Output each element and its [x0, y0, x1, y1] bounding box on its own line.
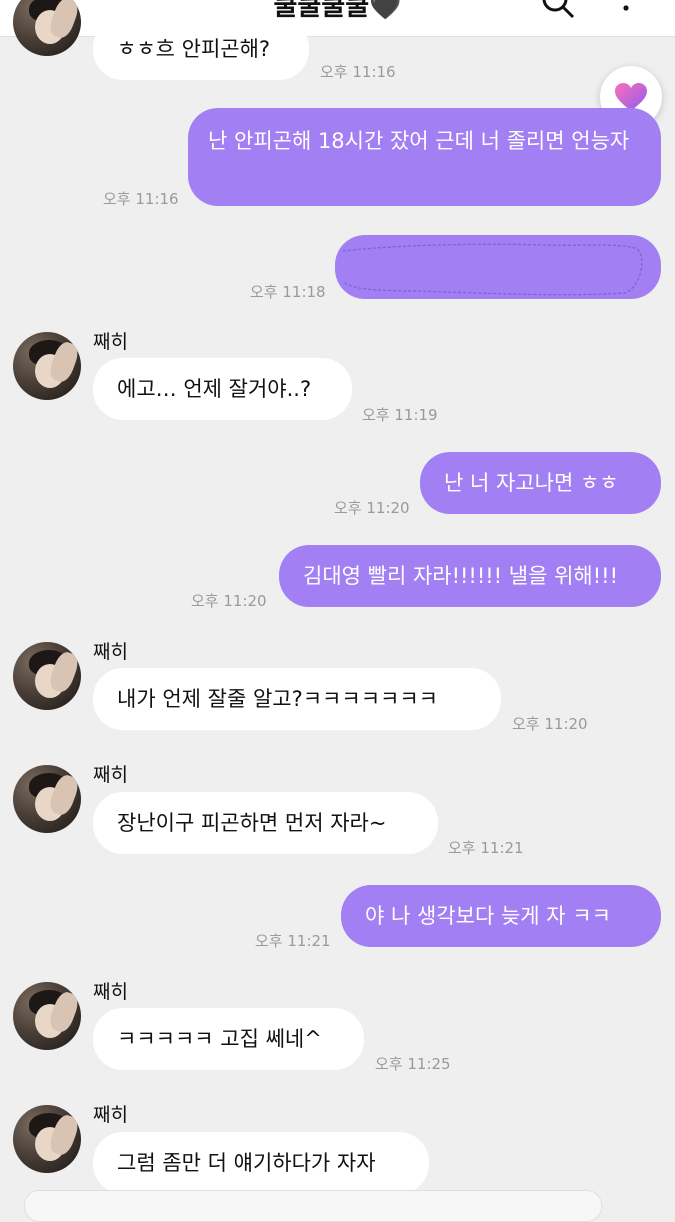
- avatar[interactable]: [13, 1105, 81, 1173]
- message-bubble-outgoing[interactable]: 난 안피곤해 18시간 잤어 근데 너 졸리면 언능자: [188, 108, 661, 206]
- message-bubble-incoming[interactable]: 장난이구 피곤하면 먼저 자라~: [93, 792, 438, 854]
- avatar[interactable]: [13, 765, 81, 833]
- redaction-mark: [342, 243, 643, 296]
- message-time: 오후 11:16: [103, 190, 179, 208]
- search-icon[interactable]: [540, 0, 576, 20]
- message-bubble-outgoing[interactable]: 김대영 빨리 자라!!!!!! 낼을 위해!!!: [279, 545, 661, 607]
- message-input-bar[interactable]: [24, 1190, 602, 1222]
- message-text: ㅋㅋㅋㅋㅋ 고집 쎄네^: [117, 1027, 322, 1051]
- message-text: 난 안피곤해 18시간 잤어 근데 너 졸리면 언능자: [208, 129, 630, 153]
- message-time: 오후 11:19: [362, 406, 438, 424]
- message-bubble-incoming[interactable]: ㅋㅋㅋㅋㅋ 고집 쎄네^: [93, 1008, 364, 1070]
- message-time: 오후 11:21: [255, 932, 331, 950]
- message-time: 오후 11:20: [334, 499, 410, 517]
- message-bubble-incoming[interactable]: ㅎㅎ흐 안피곤해?: [93, 18, 309, 80]
- message-time: 오후 11:16: [320, 63, 396, 81]
- message-text: ㅎㅎ흐 안피곤해?: [117, 37, 271, 61]
- message-time: 오후 11:25: [375, 1055, 451, 1073]
- message-text: 야 나 생각보다 늦게 자 ㅋㅋ: [365, 904, 611, 928]
- message-text: 난 너 자고나면 ㅎㅎ: [444, 471, 619, 495]
- message-bubble-outgoing-redacted[interactable]: [335, 235, 661, 299]
- message-time: 오후 11:20: [512, 715, 588, 733]
- avatar[interactable]: [13, 0, 81, 56]
- message-text: 내가 언제 잘줄 알고?ㅋㅋㅋㅋㅋㅋㅋ: [117, 687, 438, 711]
- message-text: 김대영 빨리 자라!!!!!! 낼을 위해!!!: [303, 564, 618, 588]
- sender-name: 째히: [93, 981, 128, 1003]
- avatar[interactable]: [13, 982, 81, 1050]
- message-bubble-outgoing[interactable]: 야 나 생각보다 늦게 자 ㅋㅋ: [341, 885, 661, 947]
- message-time: 오후 11:21: [448, 839, 524, 857]
- more-vertical-icon[interactable]: [616, 0, 636, 14]
- message-text: 에고… 언제 잘거야..?: [117, 377, 312, 401]
- message-bubble-outgoing[interactable]: 난 너 자고나면 ㅎㅎ: [420, 452, 661, 514]
- sender-name: 째히: [93, 1104, 128, 1126]
- sender-name: 째히: [93, 641, 128, 663]
- message-bubble-incoming[interactable]: 에고… 언제 잘거야..?: [93, 358, 352, 420]
- message-time: 오후 11:18: [250, 283, 326, 301]
- sender-name: 째히: [93, 764, 128, 786]
- message-time: 오후 11:20: [191, 592, 267, 610]
- avatar[interactable]: [13, 642, 81, 710]
- message-bubble-incoming[interactable]: 내가 언제 잘줄 알고?ㅋㅋㅋㅋㅋㅋㅋ: [93, 668, 501, 730]
- message-text: 장난이구 피곤하면 먼저 자라~: [117, 811, 387, 835]
- avatar[interactable]: [13, 332, 81, 400]
- message-bubble-incoming[interactable]: 그럼 좀만 더 얘기하다가 자자: [93, 1132, 429, 1194]
- sender-name: 째히: [93, 331, 128, 353]
- message-text: 그럼 좀만 더 얘기하다가 자자: [117, 1151, 376, 1175]
